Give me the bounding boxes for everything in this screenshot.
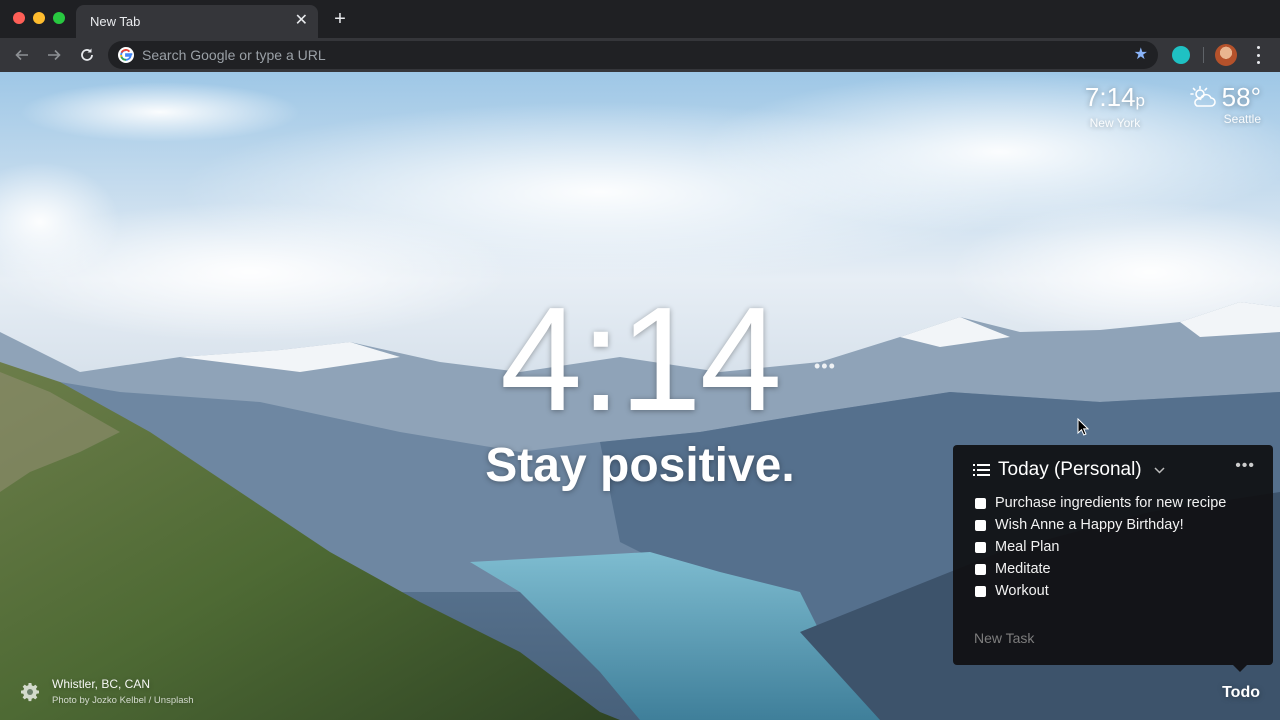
todo-toggle-button[interactable]: Todo: [1222, 684, 1260, 702]
forward-button[interactable]: [42, 43, 66, 67]
clock-options-button[interactable]: •••: [814, 356, 836, 377]
todo-panel: Today (Personal) ••• Purchase ingredient…: [953, 445, 1273, 665]
todo-item-text[interactable]: Purchase ingredients for new recipe: [995, 494, 1226, 512]
todo-list: Purchase ingredients for new recipe Wish…: [975, 494, 1255, 604]
todo-item-text[interactable]: Wish Anne a Happy Birthday!: [995, 516, 1184, 534]
browser-menu-button[interactable]: [1252, 46, 1264, 64]
main-clock: 4:14: [499, 277, 782, 442]
google-icon: [118, 47, 134, 63]
todo-list-selector[interactable]: Today (Personal): [973, 459, 1165, 481]
omnibox-input[interactable]: [142, 41, 1102, 69]
todo-checkbox[interactable]: [975, 520, 986, 531]
world-clock-time: 7:14: [1084, 82, 1136, 112]
address-bar[interactable]: ★: [108, 41, 1158, 69]
weather-temp: 58°: [1221, 82, 1261, 112]
reload-button[interactable]: [75, 43, 99, 67]
todo-item-text[interactable]: Meditate: [995, 560, 1051, 578]
mouse-cursor-icon: [1077, 418, 1089, 436]
arrow-right-icon: [48, 49, 61, 61]
new-tab-button[interactable]: +: [330, 9, 350, 29]
window-minimize-button[interactable]: [33, 12, 45, 24]
todo-list-title: Today (Personal): [998, 459, 1142, 480]
arrow-left-icon: [15, 49, 28, 61]
todo-item: Purchase ingredients for new recipe: [975, 494, 1255, 512]
todo-checkbox[interactable]: [975, 586, 986, 597]
window-zoom-button[interactable]: [53, 12, 65, 24]
toolbar-divider: [1203, 47, 1204, 63]
todo-item-text[interactable]: Meal Plan: [995, 538, 1059, 556]
profile-avatar[interactable]: [1215, 44, 1237, 66]
world-clock-ampm: p: [1135, 91, 1145, 110]
tab-strip: New Tab ✕ +: [0, 0, 1280, 38]
partly-cloudy-icon: [1189, 85, 1216, 107]
todo-item-text[interactable]: Workout: [995, 582, 1049, 600]
todo-item: Wish Anne a Happy Birthday!: [975, 516, 1255, 534]
photo-info[interactable]: Whistler, BC, CAN Photo by Jozko Kelbel …: [52, 677, 194, 706]
todo-more-button[interactable]: •••: [1235, 457, 1255, 475]
browser-toolbar: ★: [0, 38, 1280, 72]
todo-item: Workout: [975, 582, 1255, 600]
list-icon: [973, 464, 990, 476]
todo-item: Meal Plan: [975, 538, 1255, 556]
todo-checkbox[interactable]: [975, 542, 986, 553]
world-clock-widget[interactable]: 7:14p New York: [1085, 82, 1145, 130]
tab-new-tab[interactable]: New Tab ✕: [76, 5, 318, 38]
extension-icon[interactable]: [1172, 46, 1190, 64]
world-clock-city: New York: [1089, 116, 1141, 130]
tab-title: New Tab: [90, 14, 141, 29]
weather-city: Seattle: [1223, 112, 1261, 126]
new-tab-page: 7:14p New York 58° Seattle 4:14 ••• Stay…: [0, 72, 1280, 720]
todo-checkbox[interactable]: [975, 564, 986, 575]
todo-panel-pointer: [1233, 665, 1247, 672]
todo-checkbox[interactable]: [975, 498, 986, 509]
window-close-button[interactable]: [13, 12, 25, 24]
chevron-down-icon: [1154, 463, 1165, 477]
back-button[interactable]: [10, 43, 34, 67]
star-icon[interactable]: ★: [1134, 46, 1148, 64]
photo-credit: Photo by Jozko Kelbel / Unsplash: [52, 695, 194, 706]
photo-location: Whistler, BC, CAN: [52, 677, 151, 691]
gear-icon[interactable]: [20, 682, 40, 702]
new-task-input[interactable]: [974, 630, 1254, 646]
weather-widget[interactable]: 58° Seattle: [1189, 82, 1261, 126]
close-icon[interactable]: ✕: [295, 11, 308, 31]
todo-item: Meditate: [975, 560, 1255, 578]
reload-icon: [81, 48, 93, 61]
